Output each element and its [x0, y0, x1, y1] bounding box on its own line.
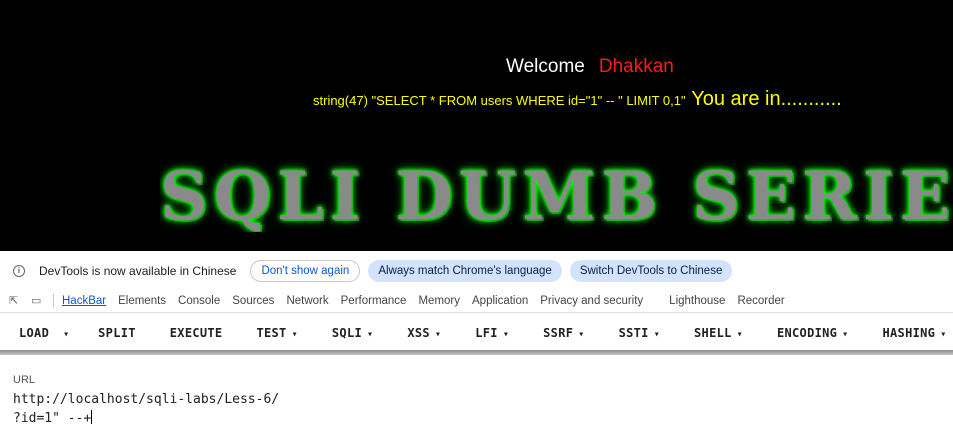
- tab-privacy-and-security[interactable]: Privacy and security: [540, 295, 643, 307]
- tab-memory[interactable]: Memory: [418, 295, 460, 307]
- inspect-element-icon[interactable]: ⇱: [9, 295, 21, 307]
- tab-performance[interactable]: Performance: [341, 295, 407, 307]
- banner-text: SQLI DUMB SERIES: [160, 160, 953, 232]
- toolbar-shadow-divider: [0, 350, 953, 355]
- split-button[interactable]: SPLIT: [81, 326, 153, 340]
- status-message: You are in...........: [691, 88, 842, 110]
- toolbar-divider: [53, 293, 54, 308]
- welcome-label: Welcome: [506, 56, 585, 77]
- tab-sources[interactable]: Sources: [232, 295, 274, 307]
- tab-application[interactable]: Application: [472, 295, 528, 307]
- webpage-content: Welcome Dhakkan string(47) "SELECT * FROM…: [0, 0, 953, 251]
- devtools-infobar: i DevTools is now available in Chinese D…: [0, 256, 953, 286]
- lfi-menu-button[interactable]: LFI: [458, 326, 526, 340]
- devtools-tabbar: ⇱ ▭ HackBar Elements Console Sources Net…: [0, 289, 953, 313]
- hackbar-toolbar: LOAD SPLIT EXECUTE TEST SQLI XSS LFI SSR…: [0, 316, 953, 350]
- ssti-menu-button[interactable]: SSTI: [602, 326, 677, 340]
- sqli-menu-button[interactable]: SQLI: [315, 326, 390, 340]
- text-cursor: [91, 410, 93, 424]
- query-output: string(47) "SELECT * FROM users WHERE id…: [313, 88, 842, 111]
- tab-recorder[interactable]: Recorder: [737, 295, 784, 307]
- url-label: URL: [13, 374, 36, 386]
- ssrf-menu-button[interactable]: SSRF: [526, 326, 601, 340]
- infobar-message: DevTools is now available in Chinese: [39, 264, 237, 278]
- load-options-chevron-down-icon[interactable]: [63, 326, 81, 340]
- tab-network[interactable]: Network: [286, 295, 328, 307]
- encoding-menu-button[interactable]: ENCODING: [760, 326, 866, 340]
- switch-to-chinese-button[interactable]: Switch DevTools to Chinese: [569, 260, 733, 282]
- tab-elements[interactable]: Elements: [118, 295, 166, 307]
- tab-lighthouse[interactable]: Lighthouse: [669, 295, 725, 307]
- test-menu-button[interactable]: TEST: [239, 326, 314, 340]
- load-button[interactable]: LOAD: [0, 326, 63, 340]
- url-line-2: ?id=1" --+: [13, 411, 92, 426]
- info-icon: i: [13, 265, 25, 277]
- tab-hackbar[interactable]: HackBar: [62, 295, 106, 307]
- xss-menu-button[interactable]: XSS: [390, 326, 458, 340]
- execute-button[interactable]: EXECUTE: [153, 326, 240, 340]
- username: Dhakkan: [598, 56, 674, 77]
- dont-show-again-button[interactable]: Don't show again: [250, 260, 361, 282]
- device-toolbar-icon[interactable]: ▭: [31, 295, 43, 307]
- hashing-menu-button[interactable]: HASHING: [866, 326, 953, 340]
- shell-menu-button[interactable]: SHELL: [677, 326, 760, 340]
- query-debug-text: string(47) "SELECT * FROM users WHERE id…: [313, 93, 686, 108]
- welcome-message: Welcome Dhakkan: [506, 56, 674, 78]
- url-textarea[interactable]: http://localhost/sqli-labs/Less-6/ ?id=1…: [13, 390, 279, 428]
- url-line-1: http://localhost/sqli-labs/Less-6/: [13, 392, 280, 407]
- sqli-banner-logo: SQLI DUMB SERIES: [160, 160, 953, 232]
- always-match-language-button[interactable]: Always match Chrome's language: [368, 260, 562, 282]
- tab-console[interactable]: Console: [178, 295, 220, 307]
